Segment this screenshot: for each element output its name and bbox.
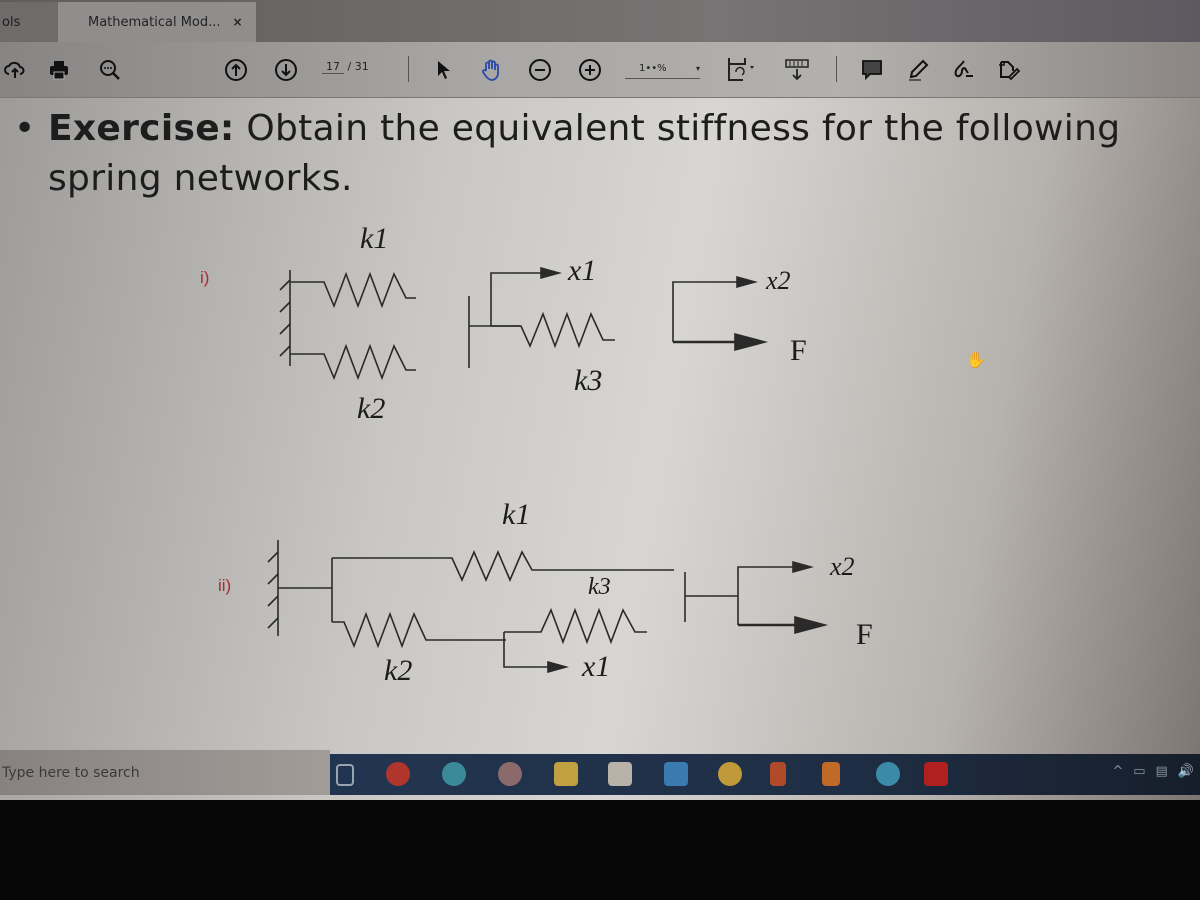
- spring-k3-ii: [504, 607, 647, 645]
- hand-cursor-icon: ✋: [966, 350, 986, 369]
- system-tray: ^ ▭ ▤ 🔊: [1112, 764, 1194, 779]
- wall-hatch-i: [279, 279, 291, 357]
- x1-arrow-ii: [547, 660, 569, 674]
- x1-leader-i: [490, 272, 541, 326]
- label-k2-i: k2: [357, 392, 386, 425]
- label-x2-ii: x2: [830, 552, 855, 581]
- label-k3-i: k3: [574, 364, 603, 397]
- taskbar: Type here to search ^ ▭ ▤ 🔊: [0, 750, 1200, 795]
- force-arrow-ii: [794, 615, 829, 635]
- label-F-i: F: [790, 334, 807, 367]
- label-k2-ii: k2: [384, 654, 413, 687]
- spring-k1-i: [290, 271, 416, 309]
- store-icon[interactable]: [608, 762, 632, 786]
- acrobat-icon[interactable]: [924, 762, 948, 786]
- label-k3-ii: k3: [588, 574, 611, 600]
- x1-arrow-i: [540, 266, 562, 280]
- tray-network-icon[interactable]: ▤: [1156, 764, 1168, 779]
- edge-icon[interactable]: [442, 762, 466, 786]
- wall-hatch-ii: [267, 551, 279, 629]
- tray-device-icon[interactable]: ▭: [1133, 764, 1145, 779]
- label-F-ii: F: [856, 618, 873, 651]
- spring-k2-i: [290, 343, 416, 381]
- label-k1-i: k1: [360, 222, 389, 255]
- screen: ols Mathematical Mod... × 17 / 31 1••% ▾…: [0, 0, 1200, 800]
- chrome-icon[interactable]: [718, 762, 742, 786]
- telegram-icon[interactable]: [876, 762, 900, 786]
- label-x1-ii: x1: [582, 650, 611, 683]
- search-placeholder: Type here to search: [2, 764, 140, 781]
- x2-leader-ii: [737, 566, 793, 625]
- spring-k1-ii: [332, 549, 674, 583]
- task-view-icon[interactable]: [336, 764, 354, 786]
- spring-network-i: [279, 266, 769, 381]
- x2-arrow-ii: [792, 560, 814, 574]
- spring-k3-i: [491, 311, 615, 349]
- file-explorer-icon[interactable]: [554, 762, 578, 786]
- x2-arrow-i: [736, 275, 758, 289]
- psiphon-icon[interactable]: [386, 762, 410, 786]
- matlab-icon[interactable]: [822, 762, 840, 786]
- label-x1-i: x1: [568, 254, 597, 287]
- volume-icon[interactable]: 🔊: [1178, 764, 1194, 779]
- chrome-alt-icon[interactable]: [498, 762, 522, 786]
- x2-leader-i: [672, 281, 737, 342]
- force-arrow-i: [734, 332, 769, 352]
- office-icon[interactable]: [770, 762, 786, 786]
- label-x2-i: x2: [766, 266, 791, 295]
- mail-icon[interactable]: [664, 762, 688, 786]
- spring-network-ii: [267, 540, 829, 674]
- tray-chevron-icon[interactable]: ^: [1112, 764, 1123, 779]
- x1-leader-ii: [503, 632, 549, 668]
- label-k1-ii: k1: [502, 498, 531, 531]
- spring-k2-ii: [332, 611, 506, 649]
- taskbar-apps: ^ ▭ ▤ 🔊: [330, 754, 1200, 795]
- taskbar-search-input[interactable]: Type here to search: [0, 750, 330, 795]
